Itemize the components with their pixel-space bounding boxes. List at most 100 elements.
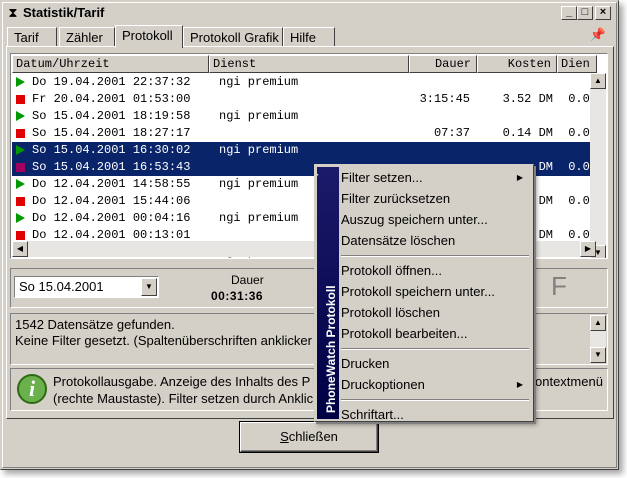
mouse-cursor-icon — [317, 173, 319, 177]
stop-icon — [16, 163, 25, 172]
col-header-dauer[interactable]: Dauer — [409, 55, 477, 73]
status-scroll-down[interactable]: ▼ — [590, 347, 606, 363]
status-scroll-up[interactable]: ▲ — [590, 315, 606, 331]
menu-item-label: Protokoll öffnen... — [341, 263, 442, 278]
cell-date: So 15.04.2001 18:27:17 — [32, 126, 191, 140]
cell-date: Do 12.04.2001 14:58:55 — [32, 177, 191, 191]
cell-dienst: ngi premium — [219, 143, 299, 157]
close-button[interactable]: Schließen — [239, 421, 379, 453]
play-icon — [16, 179, 25, 189]
close-window-button[interactable]: × — [595, 6, 611, 20]
cell-date: So 15.04.2001 16:30:02 — [32, 143, 191, 157]
table-row[interactable]: Do 19.04.2001 22:37:32 ngi premium — [12, 74, 595, 91]
menu-item[interactable]: Auszug speichern unter... — [341, 209, 531, 230]
tab-protokoll[interactable]: Protokoll — [115, 25, 183, 48]
menu-item-label: Protokoll speichern unter... — [341, 284, 495, 299]
cell-date: So 15.04.2001 16:53:43 — [32, 160, 191, 174]
stop-icon — [16, 129, 25, 138]
menu-item[interactable]: Protokoll löschen — [341, 302, 531, 323]
menu-item-label: Drucken — [341, 356, 390, 371]
menu-item-label: Schriftart... — [341, 407, 404, 422]
menu-item-label: Filter zurücksetzen — [341, 191, 451, 206]
play-icon — [16, 213, 25, 223]
menu-item-label: Datensätze löschen — [341, 233, 456, 248]
stop-icon — [16, 231, 25, 240]
tab-tarif[interactable]: Tarif — [7, 27, 57, 47]
scroll-up-button[interactable]: ▲ — [590, 73, 606, 89]
menu-item-label: Druckoptionen — [341, 377, 425, 392]
tab-protokoll-grafik[interactable]: Protokoll Grafik — [183, 27, 283, 47]
pushpin-icon[interactable]: 📌 — [590, 27, 606, 43]
submenu-arrow-icon: ▶ — [516, 173, 523, 182]
menu-item[interactable]: Druckoptionen ▶ — [341, 374, 531, 395]
menu-item[interactable]: Protokoll speichern unter... — [341, 281, 531, 302]
menu-item-label: Protokoll bearbeiten... — [341, 326, 468, 341]
cell-kosten: 0.14 DM — [502, 126, 553, 140]
context-menu-items: Filter setzen... ▶ Filter zurücksetzen Ausz… — [341, 167, 531, 425]
play-icon — [16, 145, 25, 155]
cell-dienst: ngi premium — [219, 109, 299, 123]
list-header: Datum/Uhrzeit Dienst Dauer Kosten Dien — [12, 55, 597, 73]
minimize-button[interactable]: _ — [561, 6, 577, 20]
dauer-label: Dauer — [231, 273, 264, 287]
menu-item[interactable]: Filter zurücksetzen — [341, 188, 531, 209]
cell-date: So 15.04.2001 18:19:58 — [32, 109, 191, 123]
menu-item-label: Filter setzen... — [341, 170, 423, 185]
title-bar[interactable]: ⧗ Statistik/Tarif _ □ × — [4, 4, 613, 22]
maximize-button[interactable]: □ — [577, 6, 593, 20]
menu-item[interactable]: Protokoll bearbeiten... — [341, 323, 531, 344]
tab-zaehler[interactable]: Zähler — [59, 27, 115, 47]
context-menu-sidebar: PhoneWatch Protokoll — [317, 167, 339, 419]
cell-date: Do 12.04.2001 00:04:16 — [32, 211, 191, 225]
submenu-arrow-icon: ▶ — [516, 380, 523, 389]
context-menu-side-label: PhoneWatch Protokoll — [324, 285, 338, 413]
table-row[interactable]: Fr 20.04.2001 01:53:00 3:15:45 3.52 DM 0.00 — [12, 91, 597, 108]
table-row[interactable]: So 15.04.2001 18:27:17 07:37 0.14 DM 0.00 — [12, 125, 597, 142]
menu-item[interactable]: Drucken — [341, 353, 531, 374]
col-header-datum[interactable]: Datum/Uhrzeit — [12, 55, 209, 73]
cell-dienst: ngi premium — [219, 75, 299, 89]
window-title: Statistik/Tarif — [23, 5, 105, 20]
scroll-track[interactable] — [590, 89, 606, 245]
cell-dauer: 3:15:45 — [419, 92, 470, 106]
menu-separator — [341, 251, 531, 260]
info-text-line-1: Protokollausgabe. Anzeige des Inhalts de… — [53, 374, 311, 389]
date-select[interactable]: So 15.04.2001 ▼ — [14, 276, 159, 298]
table-row[interactable]: So 15.04.2001 16:30:02 ngi premium — [12, 142, 595, 159]
cell-date: Do 12.04.2001 15:44:06 — [32, 194, 191, 208]
menu-item[interactable]: Filter setzen... ▶ — [341, 167, 531, 188]
filter-flag: F — [551, 271, 567, 301]
menu-item-label: Protokoll löschen — [341, 305, 440, 320]
hourglass-icon: ⧗ — [8, 5, 18, 20]
cell-dauer: 07:37 — [433, 126, 470, 140]
play-icon — [16, 111, 25, 121]
menu-separator — [341, 395, 531, 404]
cell-date: Fr 20.04.2001 01:53:00 — [32, 92, 191, 106]
menu-item[interactable]: Schriftart... — [341, 404, 531, 425]
close-button-label: Schließen — [280, 429, 338, 444]
scroll-right-button[interactable]: ▶ — [580, 241, 596, 257]
tab-hilfe[interactable]: Hilfe — [283, 27, 335, 47]
info-text-line-1-end: ontextmenü — [535, 374, 603, 389]
table-row[interactable]: So 15.04.2001 18:19:58 ngi premium — [12, 108, 595, 125]
date-select-value: So 15.04.2001 — [19, 279, 104, 294]
play-icon — [16, 77, 25, 87]
status-scroll-track[interactable] — [590, 331, 606, 347]
menu-item-label: Auszug speichern unter... — [341, 212, 488, 227]
list-vertical-scrollbar[interactable]: ▲ ▼ — [590, 73, 606, 258]
dauer-value: 00:31:36 — [211, 289, 264, 303]
menu-item[interactable]: Datensätze löschen — [341, 230, 531, 251]
menu-item[interactable]: Protokoll öffnen... — [341, 260, 531, 281]
col-header-dienst[interactable]: Dienst — [209, 55, 409, 73]
stop-icon — [16, 95, 25, 104]
context-menu: PhoneWatch Protokoll Filter setzen... ▶ Fi… — [314, 164, 534, 422]
col-header-dienst2[interactable]: Dien — [557, 55, 597, 73]
chevron-down-icon[interactable]: ▼ — [141, 278, 157, 296]
info-icon: i — [17, 374, 47, 404]
col-header-kosten[interactable]: Kosten — [477, 55, 557, 73]
menu-separator — [341, 344, 531, 353]
scroll-left-button[interactable]: ◀ — [12, 241, 28, 257]
cell-kosten: 3.52 DM — [502, 92, 553, 106]
stop-icon — [16, 197, 25, 206]
status-scrollbar[interactable]: ▲ ▼ — [590, 315, 606, 363]
